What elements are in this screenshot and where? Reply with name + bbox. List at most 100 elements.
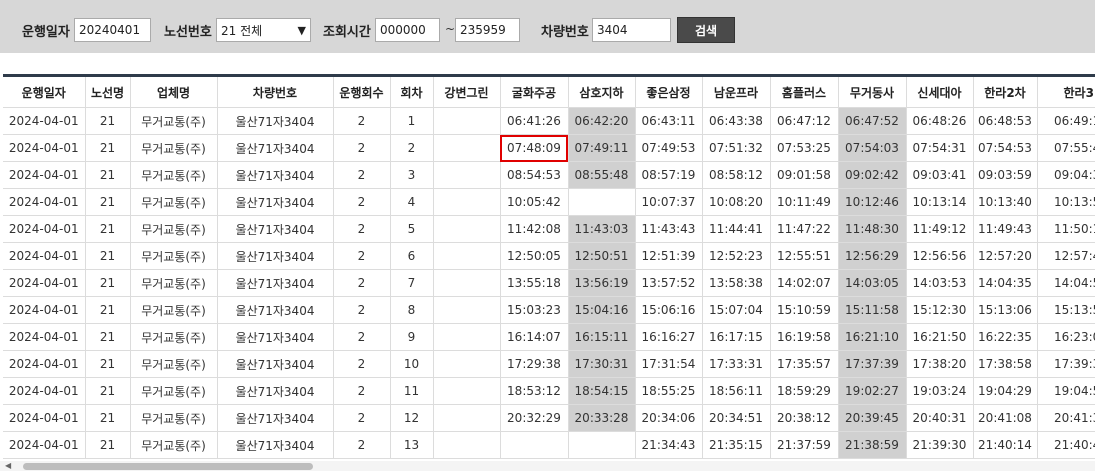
table-row[interactable]: 2024-04-01 21 무거교통(주) 울산71자3404 2 10 17:29:38 1… <box>3 350 1095 378</box>
table-cell: 11:48:30 <box>838 215 907 243</box>
table-cell: 15:04:16 <box>568 296 636 324</box>
table-cell: 2 <box>333 242 391 270</box>
table-row[interactable]: 2024-04-01 21 무거교통(주) 울산71자3404 2 2 07:48:09 07… <box>3 134 1095 162</box>
scrollbar-thumb[interactable] <box>23 463 313 470</box>
table-row[interactable]: 2024-04-01 21 무거교통(주) 울산71자3404 2 1 06:41:26 06… <box>3 107 1095 135</box>
table-cell: 17:37:39 <box>838 350 907 378</box>
table-cell <box>433 215 501 243</box>
table-cell: 18:59:29 <box>770 377 839 405</box>
table-cell: 06:47:52 <box>838 107 907 135</box>
table-cell: 07:55:42 <box>1037 134 1095 162</box>
time-to-value: 235959 <box>460 23 506 37</box>
table-cell: 울산71자3404 <box>217 242 334 270</box>
table-cell: 2024-04-01 <box>3 215 86 243</box>
table-cell: 21 <box>85 215 131 243</box>
table-cell: 19:04:29 <box>973 377 1038 405</box>
table-cell: 06:48:53 <box>973 107 1038 135</box>
table-cell: 08:54:53 <box>500 161 569 189</box>
table-cell: 울산71자3404 <box>217 377 334 405</box>
table-cell: 19:03:24 <box>906 377 974 405</box>
table-cell: 17:38:20 <box>906 350 974 378</box>
route-label: 노선번호 <box>164 25 212 40</box>
table-cell: 울산71자3404 <box>217 323 334 351</box>
search-bar: 운행일자 20240401 노선번호 21 전체 ▼ 조회시간 000000 ~… <box>0 0 1095 53</box>
table-cell: 2 <box>390 134 434 162</box>
table-cell: 12:55:51 <box>770 242 839 270</box>
table-cell: 14:03:53 <box>906 269 974 297</box>
table-cell: 15:06:16 <box>635 296 703 324</box>
route-select[interactable]: 21 전체 ▼ <box>216 18 311 42</box>
column-header: 홈플러스 <box>770 77 839 108</box>
table-cell: 10:08:20 <box>702 188 771 216</box>
table-cell: 2024-04-01 <box>3 377 86 405</box>
table-cell: 2024-04-01 <box>3 296 86 324</box>
table-row[interactable]: 2024-04-01 21 무거교통(주) 울산71자3404 2 8 15:03:23 15… <box>3 296 1095 324</box>
table-cell: 17:38:58 <box>973 350 1038 378</box>
table-row[interactable]: 2024-04-01 21 무거교통(주) 울산71자3404 2 5 11:42:08 11… <box>3 215 1095 243</box>
table-cell: 21 <box>85 431 131 459</box>
search-button[interactable]: 검색 <box>677 17 735 43</box>
table-cell <box>433 377 501 405</box>
table-cell: 16:16:27 <box>635 323 703 351</box>
table-cell: 2 <box>333 377 391 405</box>
table-cell: 울산71자3404 <box>217 296 334 324</box>
table-cell: 15:10:59 <box>770 296 839 324</box>
table-cell: 11 <box>390 377 434 405</box>
table-cell: 11:44:41 <box>702 215 771 243</box>
table-cell <box>433 242 501 270</box>
table-cell <box>500 431 569 459</box>
table-cell: 무거교통(주) <box>130 107 218 135</box>
table-cell: 06:47:12 <box>770 107 839 135</box>
table-row[interactable]: 2024-04-01 21 무거교통(주) 울산71자3404 2 6 12:50:05 12… <box>3 242 1095 270</box>
table-row[interactable]: 2024-04-01 21 무거교통(주) 울산71자3404 2 12 20:32:29 2… <box>3 404 1095 432</box>
table-row[interactable]: 2024-04-01 21 무거교통(주) 울산71자3404 2 7 13:55:18 13… <box>3 269 1095 297</box>
table-cell: 2 <box>333 269 391 297</box>
table-cell: 06:48:26 <box>906 107 974 135</box>
table-cell: 18:56:11 <box>702 377 771 405</box>
table-cell: 10:12:46 <box>838 188 907 216</box>
date-input[interactable]: 20240401 <box>74 18 151 42</box>
table-cell: 무거교통(주) <box>130 323 218 351</box>
table-cell: 11:49:12 <box>906 215 974 243</box>
table-row[interactable]: 2024-04-01 21 무거교통(주) 울산71자3404 2 4 10:05:42 10… <box>3 188 1095 216</box>
table-cell: 09:04:32 <box>1037 161 1095 189</box>
time-to-input[interactable]: 235959 <box>455 18 520 42</box>
table-cell: 18:53:12 <box>500 377 569 405</box>
scroll-left-icon[interactable]: ◀ <box>5 461 11 471</box>
table-row[interactable]: 2024-04-01 21 무거교통(주) 울산71자3404 2 3 08:54:53 08… <box>3 161 1095 189</box>
table-row[interactable]: 2024-04-01 21 무거교통(주) 울산71자3404 2 9 16:14:07 16… <box>3 323 1095 351</box>
column-header: 운행일자 <box>3 77 86 108</box>
table-cell: 09:01:58 <box>770 161 839 189</box>
table-cell: 06:43:38 <box>702 107 771 135</box>
table-cell: 15:12:30 <box>906 296 974 324</box>
table-cell: 10:13:40 <box>973 188 1038 216</box>
table-cell: 21 <box>85 242 131 270</box>
horizontal-scrollbar[interactable]: ◀ <box>0 461 1095 471</box>
table-cell: 11:42:08 <box>500 215 569 243</box>
table-cell: 16:21:10 <box>838 323 907 351</box>
column-header: 차량번호 <box>217 77 334 108</box>
table-cell: 17:39:33 <box>1037 350 1095 378</box>
table-cell: 21:34:43 <box>635 431 703 459</box>
time-label: 조회시간 <box>323 25 371 40</box>
table-cell: 10:13:56 <box>1037 188 1095 216</box>
table-cell <box>568 431 636 459</box>
time-from-input[interactable]: 000000 <box>375 18 440 42</box>
table-cell: 12:50:51 <box>568 242 636 270</box>
table-row[interactable]: 2024-04-01 21 무거교통(주) 울산71자3404 2 13 21:34:43 2… <box>3 431 1095 459</box>
table-cell: 11:47:22 <box>770 215 839 243</box>
table-cell: 13:56:19 <box>568 269 636 297</box>
table-cell: 2024-04-01 <box>3 323 86 351</box>
table-cell: 21 <box>85 134 131 162</box>
table-cell: 2 <box>333 134 391 162</box>
table-row[interactable]: 2024-04-01 21 무거교통(주) 울산71자3404 2 11 18:53:12 1… <box>3 377 1095 405</box>
table-cell: 1 <box>390 107 434 135</box>
table-cell: 무거교통(주) <box>130 215 218 243</box>
table-cell: 무거교통(주) <box>130 350 218 378</box>
table-cell: 20:34:06 <box>635 404 703 432</box>
vehicle-input[interactable]: 3404 <box>592 18 671 42</box>
table-cell: 16:19:58 <box>770 323 839 351</box>
table-cell: 14:04:52 <box>1037 269 1095 297</box>
table-cell: 울산71자3404 <box>217 269 334 297</box>
table-cell: 07:49:53 <box>635 134 703 162</box>
